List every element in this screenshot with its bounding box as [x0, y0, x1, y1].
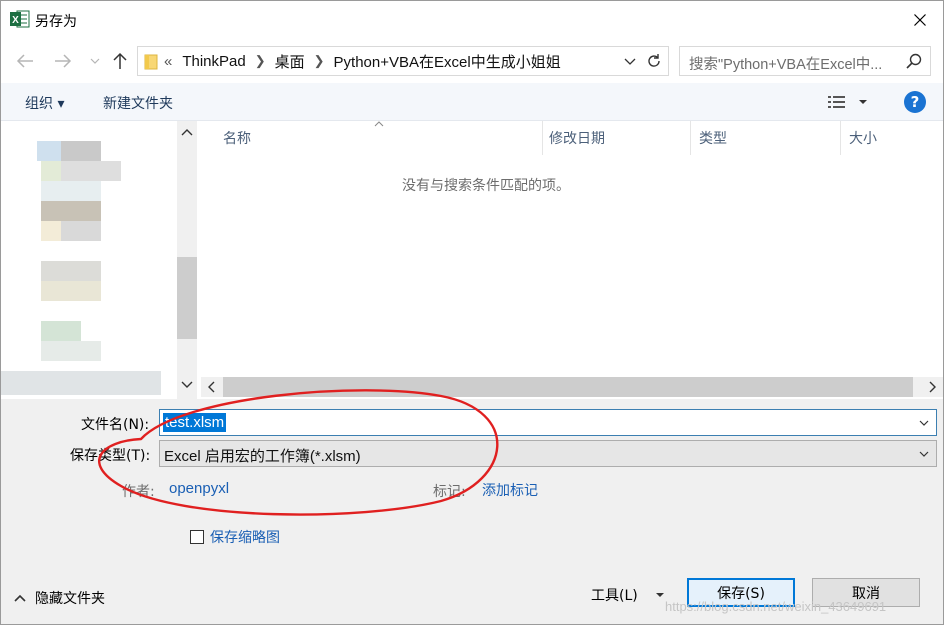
- chevron-down-icon[interactable]: [918, 448, 930, 460]
- recent-locations-button[interactable]: [83, 49, 107, 73]
- breadcrumb-item-thinkpad[interactable]: ThinkPad: [182, 53, 245, 70]
- blurred-block: [1, 371, 161, 395]
- search-icon[interactable]: [906, 53, 922, 69]
- breadcrumb-item-folder[interactable]: Python+VBA在Excel中生成小姐姐: [334, 51, 561, 72]
- chevron-right-icon[interactable]: [925, 380, 939, 394]
- filetype-label: 保存类型(T):: [70, 448, 151, 464]
- filename-input[interactable]: test.xlsm: [159, 409, 937, 436]
- window-title: 另存为: [35, 14, 77, 30]
- refresh-button[interactable]: [644, 51, 664, 71]
- breadcrumb: « ThinkPad ❯ 桌面 ❯ Python+VBA在Excel中生成小姐姐: [164, 47, 561, 75]
- blurred-block: [41, 321, 81, 341]
- tools-label: 工具(L): [591, 588, 638, 604]
- filename-value[interactable]: test.xlsm: [163, 413, 227, 432]
- address-history-button[interactable]: [622, 53, 638, 69]
- forward-arrow-icon: [55, 54, 72, 68]
- navigation-pane[interactable]: [1, 121, 197, 399]
- hide-folders-button[interactable]: 隐藏文件夹: [13, 588, 105, 608]
- address-bar[interactable]: « ThinkPad ❯ 桌面 ❯ Python+VBA在Excel中生成小姐姐: [137, 46, 669, 76]
- svg-text:X: X: [12, 15, 19, 26]
- watermark-text: https://blog.csdn.net/weixin_43649691: [665, 599, 887, 614]
- hide-folders-label: 隐藏文件夹: [35, 591, 105, 607]
- blurred-block: [41, 341, 101, 361]
- blurred-block: [41, 221, 61, 241]
- back-arrow-icon: [16, 54, 33, 68]
- help-icon[interactable]: ?: [904, 91, 926, 113]
- chevron-down-icon[interactable]: [918, 417, 930, 429]
- excel-icon: X: [10, 10, 30, 28]
- filename-label: 文件名(N):: [81, 417, 150, 433]
- view-options-icon[interactable]: [827, 94, 847, 110]
- breadcrumb-overflow[interactable]: «: [164, 53, 172, 70]
- chevron-up-icon[interactable]: [180, 125, 194, 139]
- blurred-block: [41, 161, 61, 181]
- chevron-left-icon[interactable]: [205, 380, 219, 394]
- blurred-block: [37, 141, 61, 161]
- forward-button[interactable]: [51, 49, 75, 73]
- blurred-block: [61, 161, 121, 181]
- save-thumbnail-checkbox[interactable]: [190, 530, 204, 544]
- chevron-down-icon[interactable]: [857, 96, 869, 108]
- column-header-size[interactable]: 大小: [841, 121, 943, 155]
- filetype-select[interactable]: Excel 启用宏的工作簿(*.xlsm): [159, 440, 937, 467]
- sort-ascending-icon: [374, 121, 384, 127]
- title-bar: X 另存为: [1, 1, 943, 39]
- blurred-block: [41, 281, 101, 301]
- close-icon: [914, 14, 926, 26]
- column-header-type[interactable]: 类型: [691, 121, 841, 155]
- column-header-label: 修改日期: [549, 131, 605, 147]
- refresh-icon: [648, 54, 660, 67]
- organize-menu-button[interactable]: 组织 ▾: [25, 93, 64, 113]
- tags-label: 标记:: [433, 484, 466, 500]
- blurred-block: [41, 181, 101, 201]
- chevron-down-icon: [624, 58, 636, 65]
- save-thumbnail-label[interactable]: 保存缩略图: [210, 527, 280, 547]
- empty-message: 没有与搜索条件匹配的项。: [402, 178, 570, 194]
- nav-pane-scrollbar[interactable]: [177, 121, 197, 399]
- search-input[interactable]: 搜索"Python+VBA在Excel中...: [679, 46, 931, 76]
- close-button[interactable]: [897, 1, 943, 39]
- folder-icon: [144, 54, 158, 70]
- up-button[interactable]: [108, 49, 132, 73]
- file-list-hscrollbar[interactable]: [201, 377, 943, 397]
- column-header-label: 名称: [223, 131, 251, 147]
- search-placeholder: 搜索"Python+VBA在Excel中...: [689, 57, 883, 73]
- command-bar: 组织 ▾ 新建文件夹 ?: [1, 83, 943, 121]
- chevron-down-icon: [90, 58, 100, 64]
- save-options-panel: 文件名(N): test.xlsm 保存类型(T): Excel 启用宏的工作簿…: [1, 399, 943, 624]
- file-list[interactable]: 名称 修改日期 类型 大小 没有与搜索条件匹配的项。: [201, 121, 943, 377]
- author-field[interactable]: openpyxl: [169, 480, 229, 497]
- author-label: 作者:: [122, 484, 155, 500]
- scrollbar-thumb[interactable]: [177, 257, 197, 339]
- chevron-right-icon[interactable]: ❯: [314, 53, 325, 69]
- tags-field[interactable]: 添加标记: [482, 480, 538, 500]
- blurred-block: [41, 261, 101, 281]
- tools-menu-button[interactable]: 工具(L): [591, 585, 666, 605]
- column-header-modified[interactable]: 修改日期: [543, 121, 691, 155]
- scrollbar-thumb[interactable]: [223, 377, 913, 397]
- save-as-dialog: X 另存为 « ThinkPad ❯ 桌面 ❯ Python+VBA在Excel…: [0, 0, 944, 625]
- chevron-right-icon[interactable]: ❯: [255, 53, 266, 69]
- blurred-block: [41, 201, 101, 221]
- blurred-block: [61, 221, 101, 241]
- chevron-up-icon: [14, 594, 26, 602]
- chevron-down-icon[interactable]: [180, 378, 194, 392]
- chevron-down-icon: [655, 593, 664, 597]
- new-folder-button[interactable]: 新建文件夹: [103, 93, 173, 113]
- column-header-label: 类型: [699, 131, 727, 147]
- filetype-value: Excel 启用宏的工作簿(*.xlsm): [164, 448, 361, 465]
- back-button[interactable]: [13, 49, 37, 73]
- breadcrumb-item-desktop[interactable]: 桌面: [275, 51, 305, 72]
- column-header-name[interactable]: 名称: [201, 121, 543, 155]
- navigation-bar: « ThinkPad ❯ 桌面 ❯ Python+VBA在Excel中生成小姐姐: [1, 41, 943, 81]
- up-arrow-icon: [113, 52, 127, 69]
- column-header-label: 大小: [849, 131, 877, 147]
- blurred-block: [61, 141, 101, 161]
